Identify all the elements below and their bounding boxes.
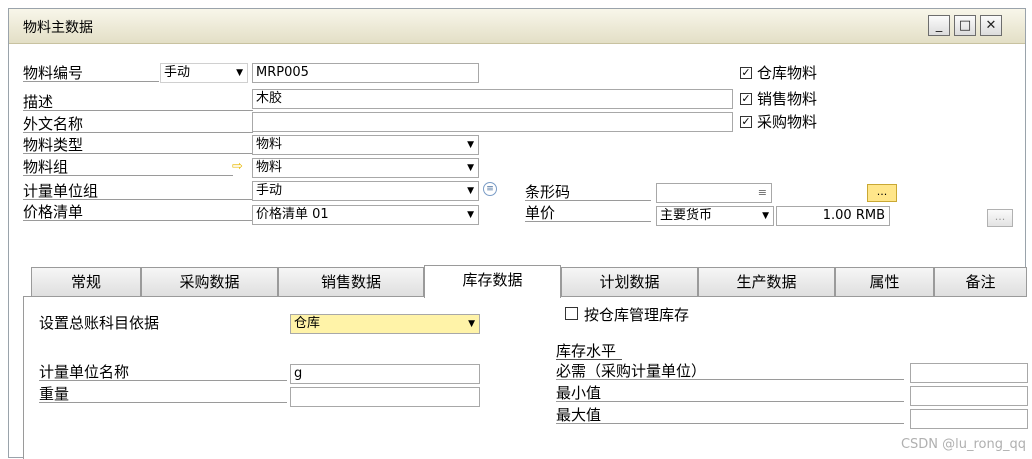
required-level-input[interactable] — [910, 363, 1028, 383]
item-code-mode-select[interactable]: 手动 ▼ — [160, 63, 248, 83]
uom-name-label: 计量单位名称 — [39, 363, 130, 381]
barcode-label: 条形码 — [525, 183, 571, 201]
price-more-button[interactable]: ... — [987, 209, 1013, 227]
purchase-item-checkbox[interactable]: ✓ — [740, 116, 752, 128]
uom-group-label: 计量单位组 — [23, 182, 99, 200]
minimum-level-label: 最小值 — [556, 384, 602, 402]
chevron-down-icon: ▼ — [236, 68, 243, 78]
inventory-item-checkbox[interactable]: ✓ — [740, 67, 752, 79]
gl-method-value: 仓库 — [294, 316, 321, 331]
title-bar[interactable]: 物料主数据 _ □ ✕ — [9, 9, 1025, 44]
foreign-name-input[interactable] — [252, 112, 733, 132]
currency-select[interactable]: 主要货币 ▼ — [656, 206, 774, 226]
divider — [525, 200, 651, 201]
tab-planning[interactable]: 计划数据 — [561, 267, 698, 297]
price-list-select[interactable]: 价格清单 01 ▼ — [252, 205, 479, 225]
weight-input[interactable] — [290, 387, 480, 407]
chevron-down-icon: ▼ — [467, 210, 474, 220]
description-label: 描述 — [23, 93, 54, 111]
item-code-mode-value: 手动 — [164, 65, 191, 80]
maximize-button[interactable]: □ — [954, 15, 976, 36]
item-type-value: 物料 — [256, 137, 283, 152]
barcode-more-button[interactable]: ... — [867, 184, 897, 202]
purchase-item-label: 采购物料 — [757, 113, 818, 131]
tab-production[interactable]: 生产数据 — [698, 267, 835, 297]
item-type-select[interactable]: 物料 ▼ — [252, 135, 479, 155]
tab-inventory[interactable]: 库存数据 — [424, 265, 561, 298]
manage-by-warehouse-label: 按仓库管理库存 — [584, 306, 690, 324]
close-button[interactable]: ✕ — [980, 15, 1002, 36]
weight-label: 重量 — [39, 385, 70, 403]
item-group-select[interactable]: 物料 ▼ — [252, 158, 479, 178]
chevron-down-icon: ▼ — [467, 163, 474, 173]
price-list-value: 价格清单 01 — [256, 207, 329, 222]
minimum-level-input[interactable] — [910, 386, 1028, 406]
divider — [525, 221, 651, 222]
uom-name-input[interactable]: g — [290, 364, 480, 384]
maximum-level-label: 最大值 — [556, 406, 602, 424]
tab-remarks[interactable]: 备注 — [934, 267, 1027, 297]
tab-purchasing[interactable]: 采购数据 — [141, 267, 278, 297]
list-icon: ≡ — [757, 186, 767, 199]
divider — [23, 110, 253, 111]
divider — [556, 401, 904, 402]
manage-by-warehouse-checkbox[interactable] — [565, 307, 578, 320]
divider — [23, 132, 253, 133]
unit-price-input[interactable]: 1.00 RMB — [776, 206, 890, 226]
watermark: CSDN @lu_rong_qq — [900, 437, 1026, 452]
minimize-button[interactable]: _ — [928, 15, 950, 36]
item-type-label: 物料类型 — [23, 136, 84, 154]
chevron-down-icon: ▼ — [468, 319, 475, 329]
required-level-label: 必需（采购计量单位） — [556, 362, 707, 380]
inventory-data-panel: 设置总账科目依据 仓库 ▼ 计量单位名称 g 重量 按仓库管理库存 库存水平 必需… — [23, 296, 1028, 459]
chevron-down-icon: ▼ — [467, 186, 474, 196]
chevron-down-icon: ▼ — [762, 211, 769, 221]
tab-general[interactable]: 常规 — [31, 267, 141, 297]
link-arrow-icon[interactable]: ⇨ — [232, 159, 243, 174]
divider — [556, 423, 904, 424]
item-group-value: 物料 — [256, 160, 283, 175]
divider — [23, 81, 159, 82]
gl-method-select[interactable]: 仓库 ▼ — [290, 314, 480, 334]
uom-group-value: 手动 — [256, 183, 283, 198]
price-list-label: 价格清单 — [23, 203, 84, 221]
divider — [556, 379, 904, 380]
barcode-input[interactable]: ≡ — [656, 183, 772, 203]
divider — [23, 199, 253, 200]
sales-item-checkbox[interactable]: ✓ — [740, 93, 752, 105]
description-input[interactable]: 木胶 — [252, 89, 733, 109]
sales-item-label: 销售物料 — [757, 90, 818, 108]
item-group-label: 物料组 — [23, 158, 69, 176]
item-code-input[interactable]: MRP005 — [252, 63, 479, 83]
currency-value: 主要货币 — [660, 208, 713, 223]
tab-properties[interactable]: 属性 — [835, 267, 934, 297]
stock-level-label: 库存水平 — [556, 342, 617, 360]
uom-group-select[interactable]: 手动 ▼ — [252, 181, 479, 201]
uom-details-icon[interactable]: ≡ — [483, 182, 497, 196]
foreign-name-label: 外文名称 — [23, 115, 84, 133]
divider — [23, 175, 233, 176]
item-master-window: 物料主数据 _ □ ✕ 物料编号 描述 外文名称 物料类型 物料组 计量单位组 … — [8, 8, 1028, 459]
divider — [39, 402, 287, 403]
unit-price-label: 单价 — [525, 204, 556, 222]
divider — [23, 153, 253, 154]
divider — [23, 220, 253, 221]
tab-sales[interactable]: 销售数据 — [278, 267, 424, 297]
maximum-level-input[interactable] — [910, 409, 1028, 429]
window-title: 物料主数据 — [23, 20, 93, 36]
chevron-down-icon: ▼ — [467, 140, 474, 150]
divider — [39, 380, 287, 381]
item-code-label: 物料编号 — [23, 64, 84, 82]
inventory-item-label: 仓库物料 — [757, 64, 818, 82]
gl-method-label: 设置总账科目依据 — [39, 314, 160, 332]
